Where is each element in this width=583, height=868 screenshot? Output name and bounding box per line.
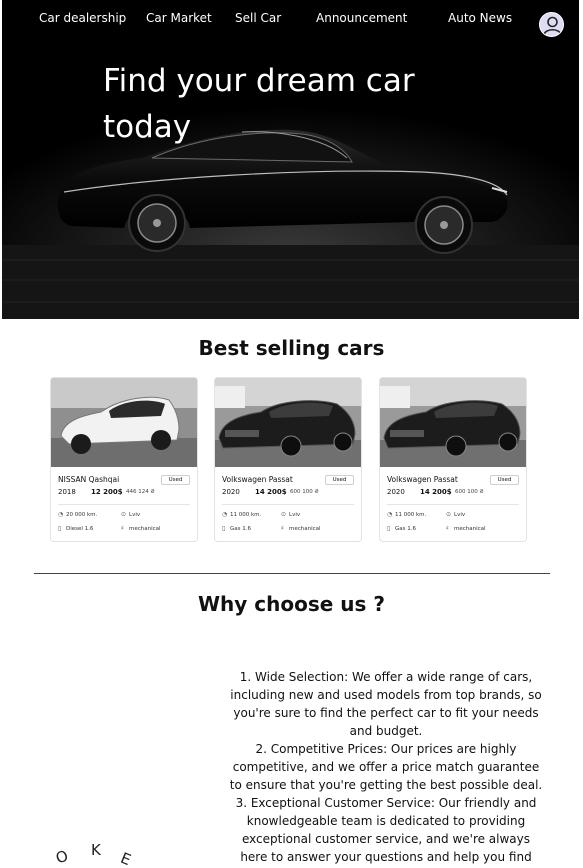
car-name: NISSAN Qashqai [58, 475, 120, 484]
location-value: Lviv [454, 512, 466, 518]
fuel-spec: ▯ Gas 1.6 [222, 525, 251, 532]
fuel-spec: ▯ Gas 1.6 [387, 525, 416, 532]
location-pin-icon: ⊙ [446, 511, 452, 518]
car-card[interactable]: Volkswagen Passat Used 2020 14 200$ 600 … [379, 377, 527, 542]
car-price-uah: 600 100 ₴ [455, 489, 484, 495]
speedometer-icon: ◔ [387, 511, 393, 518]
fuel-value: Gas 1.6 [230, 526, 251, 532]
car-card[interactable]: NISSAN Qashqai Used 2018 12 200$ 446 124… [50, 377, 198, 542]
nav-sell-car[interactable]: Sell Car [235, 11, 281, 25]
car-year: 2020 [387, 488, 405, 496]
condition-badge: Used [325, 475, 354, 485]
fuel-pump-icon: ▯ [387, 525, 391, 532]
fuel-pump-icon: ▯ [58, 525, 62, 532]
car-price-uah: 446 124 ₴ [126, 489, 155, 495]
nav-auto-news[interactable]: Auto News [448, 11, 512, 25]
speedometer-icon: ◔ [222, 511, 228, 518]
card-divider [222, 504, 354, 505]
decor-letter: O [53, 846, 71, 868]
car-price: 12 200$ [91, 488, 123, 496]
section-divider [34, 573, 550, 574]
location-spec: ⊙ Lviv [121, 511, 140, 518]
car-year: 2018 [58, 488, 76, 496]
gearbox-value: mechanical [454, 526, 486, 532]
car-photo [215, 378, 361, 467]
fuel-value: Diesel 1.6 [66, 526, 94, 532]
user-avatar-icon[interactable] [539, 12, 564, 37]
gearbox-icon: ♯ [121, 525, 124, 532]
nav-car-dealership[interactable]: Car dealership [39, 11, 126, 25]
car-card[interactable]: Volkswagen Passat Used 2020 14 200$ 600 … [214, 377, 362, 542]
fuel-value: Gas 1.6 [395, 526, 416, 532]
gearbox-icon: ♯ [281, 525, 284, 532]
hero-banner: Car dealership Car Market Sell Car Annou… [2, 0, 579, 319]
car-photo [51, 378, 197, 467]
gearbox-spec: ♯ mechanical [121, 525, 161, 532]
condition-badge: Used [490, 475, 519, 485]
card-divider [387, 504, 519, 505]
location-value: Lviv [129, 512, 141, 518]
why-choose-us-text: 1. Wide Selection: We offer a wide range… [229, 670, 543, 864]
gearbox-value: mechanical [289, 526, 321, 532]
car-year: 2020 [222, 488, 240, 496]
car-price: 14 200$ [255, 488, 287, 496]
decor-letter: E [117, 848, 134, 868]
car-name: Volkswagen Passat [387, 475, 458, 484]
card-divider [58, 504, 190, 505]
gearbox-value: mechanical [129, 526, 161, 532]
mileage-value: 20 000 km. [66, 512, 98, 518]
fuel-spec: ▯ Diesel 1.6 [58, 525, 93, 532]
mileage-value: 11 000 km. [230, 512, 262, 518]
car-price: 14 200$ [420, 488, 452, 496]
nav-announcement[interactable]: Announcement [316, 11, 407, 25]
decor-letter: K [91, 841, 101, 859]
condition-badge: Used [161, 475, 190, 485]
gearbox-spec: ♯ mechanical [446, 525, 486, 532]
nav-car-market[interactable]: Car Market [146, 11, 212, 25]
hero-title: Find your dream car today [103, 63, 415, 145]
top-nav: Car dealership Car Market Sell Car Annou… [2, 9, 579, 37]
best-selling-title: Best selling cars [198, 336, 385, 360]
fuel-pump-icon: ▯ [222, 525, 226, 532]
location-value: Lviv [289, 512, 301, 518]
location-pin-icon: ⊙ [121, 511, 127, 518]
car-photo [380, 378, 526, 467]
mileage-spec: ◔ 11 000 km. [387, 511, 426, 518]
location-spec: ⊙ Lviv [446, 511, 465, 518]
car-price-uah: 600 100 ₴ [290, 489, 319, 495]
mileage-spec: ◔ 20 000 km. [58, 511, 97, 518]
location-spec: ⊙ Lviv [281, 511, 300, 518]
speedometer-icon: ◔ [58, 511, 64, 518]
location-pin-icon: ⊙ [281, 511, 287, 518]
gearbox-icon: ♯ [446, 525, 449, 532]
mileage-spec: ◔ 11 000 km. [222, 511, 261, 518]
gearbox-spec: ♯ mechanical [281, 525, 321, 532]
why-choose-us-title: Why choose us ? [197, 592, 385, 616]
car-name: Volkswagen Passat [222, 475, 293, 484]
mileage-value: 11 000 km. [395, 512, 427, 518]
